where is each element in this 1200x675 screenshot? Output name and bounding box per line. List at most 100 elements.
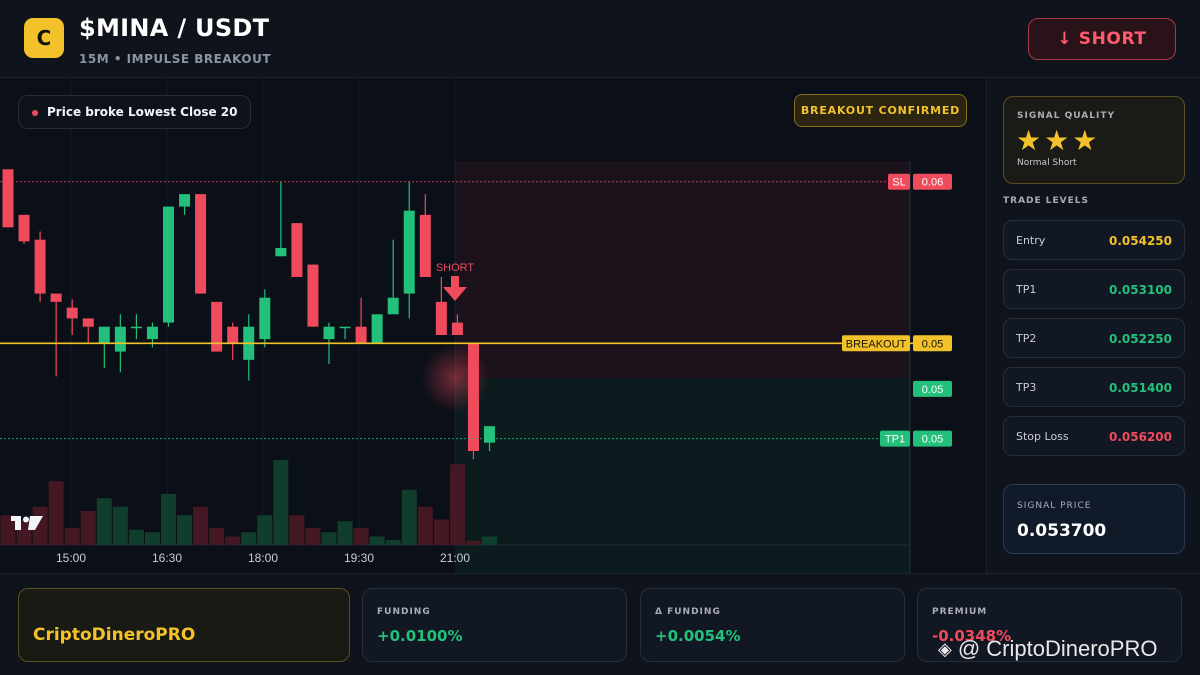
sl-value-tag: 0.06 <box>922 177 943 189</box>
volume-bar <box>433 519 449 545</box>
header-bar: C $MINA / USDT 15M • IMPULSE BREAKOUT ↓ … <box>0 0 1200 78</box>
x-tick-label: 15:00 <box>56 551 86 565</box>
volume-bar <box>193 506 209 545</box>
volume-bar <box>321 532 337 545</box>
x-tick-label: 18:00 <box>248 551 278 565</box>
volume-bars <box>0 460 497 545</box>
candle-body <box>307 264 319 327</box>
candle-body <box>66 307 78 319</box>
candle-body <box>50 293 62 302</box>
last-price-tag: 0.05 <box>922 384 943 396</box>
candle-body <box>435 301 447 335</box>
breakout-tag: BREAKOUT <box>846 338 907 350</box>
signal-price-card: SIGNAL PRICE 0.053700 <box>1003 484 1185 554</box>
volume-bar <box>209 528 225 545</box>
candle-body <box>130 326 142 329</box>
level-name: TP3 <box>1016 381 1037 394</box>
volume-bar <box>273 460 289 545</box>
breakout-confirmed-badge: BREAKOUT CONFIRMED <box>794 94 967 127</box>
volume-bar <box>161 494 176 545</box>
volume-bar <box>482 536 497 545</box>
watermark-text: @ CriptoDineroPRO <box>957 636 1158 661</box>
volume-bar <box>385 539 401 545</box>
info-pill-text: Price broke Lowest Close 20 <box>47 105 238 119</box>
level-name: TP2 <box>1016 332 1037 345</box>
x-axis-ticks: 15:00 16:30 18:00 19:30 21:00 <box>56 551 470 565</box>
volume-bar <box>128 529 144 545</box>
brand-card: CriptoDineroPRO <box>18 588 350 662</box>
candle-body <box>403 210 415 294</box>
pair-title: $MINA / USDT <box>79 14 270 42</box>
level-value: 0.056200 <box>1108 430 1172 444</box>
star-rating-icon: ★★★ <box>1016 124 1101 157</box>
breakout-value-tag: 0.05 <box>922 338 943 350</box>
candle-body <box>484 426 495 443</box>
volume-bar <box>289 515 305 545</box>
candle-body <box>98 326 110 344</box>
x-tick-label: 16:30 <box>152 551 182 565</box>
volume-bar <box>465 540 481 545</box>
volume-bar <box>257 515 273 545</box>
volume-bar <box>241 532 257 545</box>
signal-quality-subtitle: Normal Short <box>1017 158 1077 168</box>
level-value: 0.054250 <box>1108 234 1172 248</box>
volume-bar <box>64 528 80 545</box>
candle-body <box>18 214 30 242</box>
price-chart[interactable]: SL 0.06 BREAKOUT 0.05 0.05 TP1 0.05 SHORT 15:0… <box>0 79 985 573</box>
tp1-tag: TP1 <box>885 434 905 446</box>
funding-card: FUNDING +0.0100% <box>362 588 627 662</box>
signal-price-value: 0.053700 <box>1017 521 1107 541</box>
candle-body <box>114 326 126 352</box>
candle-body <box>387 297 399 315</box>
candle-body <box>227 326 239 344</box>
level-value: 0.053100 <box>1108 283 1172 297</box>
level-tp3: TP3 0.051400 <box>1003 367 1185 407</box>
candle-body <box>34 239 46 294</box>
signal-quality-card: SIGNAL QUALITY ★★★ Normal Short <box>1003 96 1185 184</box>
level-value: 0.051400 <box>1108 381 1172 395</box>
candle-body <box>146 326 158 340</box>
volume-bar <box>417 506 433 545</box>
level-value: 0.052250 <box>1108 332 1172 346</box>
candle-body <box>339 326 351 329</box>
short-button[interactable]: ↓ SHORT <box>1028 18 1176 60</box>
candle-body <box>195 194 207 294</box>
candle-body <box>259 297 271 340</box>
tp1-value-tag: 0.05 <box>922 434 943 446</box>
brand-name: CriptoDineroPRO <box>33 625 196 645</box>
volume-bar <box>96 498 112 545</box>
info-pill: Price broke Lowest Close 20 <box>18 95 252 129</box>
level-tp2: TP2 0.052250 <box>1003 318 1185 358</box>
level-entry: Entry 0.054250 <box>1003 220 1185 260</box>
footer-bar: CriptoDineroPRO FUNDING +0.0100% Δ FUNDI… <box>0 573 1200 675</box>
metric-label: Δ FUNDING <box>655 607 721 617</box>
metric-label: PREMIUM <box>932 607 988 617</box>
candle-body <box>355 326 367 344</box>
x-tick-label: 19:30 <box>344 551 374 565</box>
trade-levels-title: TRADE LEVELS <box>1003 196 1089 206</box>
level-name: Entry <box>1016 234 1046 247</box>
volume-bar <box>225 536 241 545</box>
delta-funding-card: Δ FUNDING +0.0054% <box>640 588 905 662</box>
sl-tag: SL <box>892 177 905 189</box>
binance-logo-icon: ◈ <box>938 638 952 659</box>
breakout-glow <box>421 344 489 412</box>
level-name: Stop Loss <box>1016 430 1069 443</box>
volume-bar <box>48 481 64 545</box>
candles <box>2 169 495 460</box>
volume-bar <box>369 536 385 545</box>
candle-body <box>419 214 431 277</box>
signal-sidebar: SIGNAL QUALITY ★★★ Normal Short TRADE LE… <box>986 79 1200 573</box>
watermark: ◈ @ CriptoDineroPRO <box>938 636 1157 662</box>
candle-body <box>179 194 191 207</box>
volume-bar <box>449 464 465 545</box>
signal-price-label: SIGNAL PRICE <box>1017 501 1092 511</box>
volume-bar <box>305 528 321 545</box>
candle-body <box>323 326 335 340</box>
alert-dot-icon <box>32 110 38 116</box>
volume-bar <box>144 532 160 545</box>
app-logo: C <box>24 18 64 58</box>
metric-value: +0.0054% <box>655 627 741 645</box>
candle-body <box>291 223 303 277</box>
level-name: TP1 <box>1016 283 1037 296</box>
